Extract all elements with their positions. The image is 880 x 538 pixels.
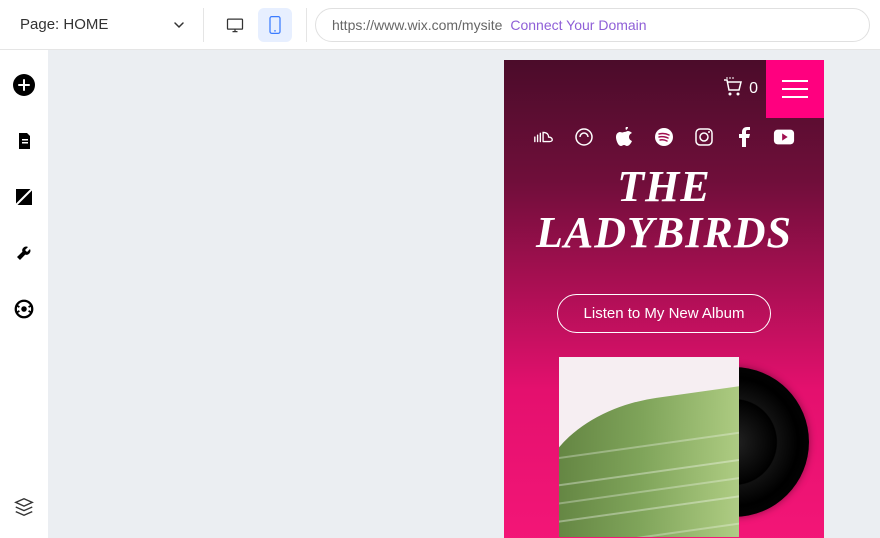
soundcloud-icon[interactable] [533, 126, 555, 148]
layers-button[interactable] [11, 494, 37, 520]
page-selector[interactable]: Page: HOME [10, 8, 195, 42]
design-button[interactable] [11, 184, 37, 210]
pages-button[interactable] [11, 128, 37, 154]
share-icon[interactable] [573, 126, 595, 148]
url-text: https://www.wix.com/mysite [332, 17, 502, 33]
menu-button[interactable] [766, 60, 824, 118]
page-name: HOME [63, 16, 108, 33]
canvas[interactable]: 0 THE LADYBIRDS Listen to My New Album [48, 50, 880, 538]
left-tool-rail [0, 50, 48, 538]
album-cover [559, 357, 739, 537]
listen-cta-button[interactable]: Listen to My New Album [557, 294, 772, 333]
cart-count: 0 [749, 80, 758, 98]
main-area: 0 THE LADYBIRDS Listen to My New Album [0, 50, 880, 538]
mobile-view-button[interactable] [258, 8, 292, 42]
apple-icon[interactable] [613, 126, 635, 148]
album-art [559, 357, 769, 538]
desktop-view-button[interactable] [218, 8, 252, 42]
hero-title: THE LADYBIRDS [504, 158, 824, 276]
cart-button[interactable]: 0 [721, 77, 758, 102]
connect-domain-link[interactable]: Connect Your Domain [510, 17, 646, 33]
instagram-icon[interactable] [693, 126, 715, 148]
facebook-icon[interactable] [733, 126, 755, 148]
preview-header: 0 [504, 60, 824, 118]
chevron-down-icon [173, 19, 185, 31]
page-label-prefix: Page: [20, 16, 63, 33]
url-bar[interactable]: https://www.wix.com/mysite Connect Your … [315, 8, 870, 42]
separator [203, 8, 204, 42]
leaf-image [559, 380, 739, 537]
social-row [504, 118, 824, 158]
add-button[interactable] [11, 72, 37, 98]
settings-button[interactable] [11, 296, 37, 322]
title-line-2: LADYBIRDS [514, 210, 814, 256]
viewport-toggle [212, 8, 298, 42]
cart-icon [721, 77, 745, 102]
youtube-icon[interactable] [773, 126, 795, 148]
tools-button[interactable] [11, 240, 37, 266]
title-line-1: THE [514, 164, 814, 210]
spotify-icon[interactable] [653, 126, 675, 148]
mobile-preview: 0 THE LADYBIRDS Listen to My New Album [504, 60, 824, 538]
top-toolbar: Page: HOME https://www.wix.com/mysite Co… [0, 0, 880, 50]
separator [306, 8, 307, 42]
